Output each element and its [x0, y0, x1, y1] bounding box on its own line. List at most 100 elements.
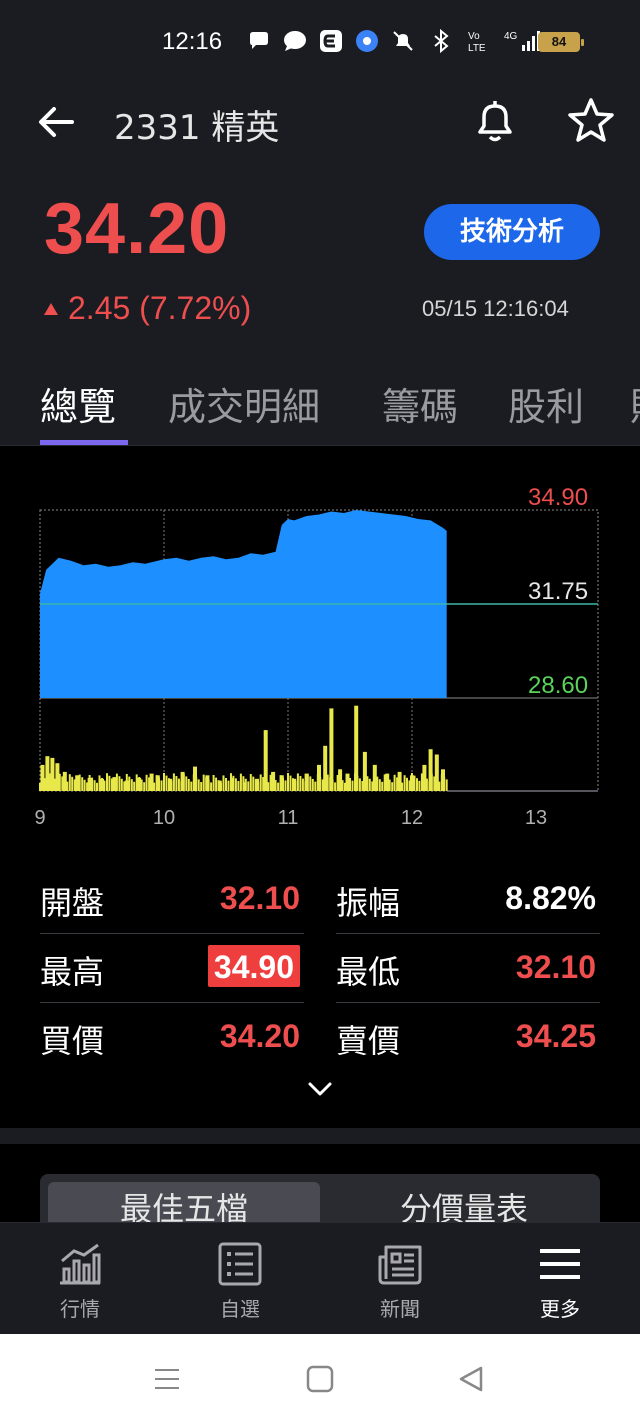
speech-bubble-icon [246, 28, 272, 54]
volume-bar [262, 777, 265, 791]
volume-bar [133, 781, 136, 791]
volume-bar [46, 780, 49, 791]
volume-bar [296, 773, 299, 791]
volume-bar [120, 778, 123, 791]
volume-bar [423, 776, 426, 791]
volume-bar [180, 781, 183, 791]
volume-bar [81, 777, 84, 791]
section-divider [0, 1128, 640, 1144]
volume-bar [53, 778, 56, 791]
current-price: 34.20 [44, 189, 230, 269]
volume-bar [210, 782, 213, 791]
nav-watchlist[interactable]: 自選 [160, 1223, 320, 1335]
volume-bar [349, 778, 351, 791]
volume-bar [247, 781, 250, 791]
volume-bar [96, 782, 98, 791]
volume-bar [175, 776, 178, 791]
tab-chips[interactable]: 籌碼 [382, 376, 458, 431]
stats-row: 開盤 32.10 振幅 8.82% [40, 866, 600, 935]
system-icons: Vo LTE 4G [390, 28, 542, 54]
volume-bar [326, 774, 329, 791]
volume-bar [190, 781, 193, 791]
nav-more[interactable]: 更多 [480, 1223, 640, 1335]
volume-bar [324, 782, 327, 791]
back-nav-button[interactable] [456, 1364, 486, 1394]
tab-transactions[interactable]: 成交明細 [168, 376, 320, 431]
volume-bar [185, 776, 188, 791]
volume-bar [314, 781, 317, 791]
volume-bar [316, 774, 319, 791]
stat-value: 34.20 [219, 1018, 300, 1054]
volume-bar [58, 773, 61, 791]
tab-financial[interactable]: 財 [630, 376, 640, 431]
expand-button[interactable] [306, 1078, 334, 1100]
volume-bar [197, 779, 200, 791]
volume-bar [435, 779, 438, 791]
volume-bar [163, 773, 165, 791]
volume-bar [383, 774, 386, 791]
volume-bar [351, 780, 354, 791]
volume-bar [88, 775, 91, 791]
nav-news[interactable]: 新聞 [320, 1223, 480, 1335]
stat-value: 32.10 [219, 880, 300, 916]
nav-market[interactable]: 行情 [0, 1223, 160, 1335]
volume-bar [128, 776, 131, 791]
back-button[interactable] [36, 104, 76, 140]
volume-bar [294, 780, 297, 791]
x-tick-label: 13 [525, 807, 547, 829]
volume-bar [135, 774, 138, 791]
nav-label: 行情 [60, 1297, 100, 1321]
volume-bar [66, 781, 69, 791]
stat-label: 開盤 [40, 884, 105, 922]
volume-bar [130, 779, 133, 791]
stock-header: 2331 精英 34.20 技術分析 2.45 (7.72%) 05/15 12… [0, 84, 640, 446]
volume-bar [292, 778, 294, 791]
volume-bar [39, 783, 41, 791]
volume-bar [207, 779, 210, 791]
x-tick-label: 9 [34, 807, 45, 829]
home-button[interactable] [305, 1364, 335, 1394]
news-icon [378, 1245, 422, 1285]
price-change: 2.45 (7.72%) [44, 290, 251, 327]
volume-bar [195, 776, 198, 791]
volume-bar [356, 775, 359, 791]
volume-bar [71, 776, 74, 791]
volume-bar [187, 779, 190, 791]
stats-row: 買價 34.20 賣價 34.25 [40, 1004, 600, 1073]
stat-bid: 買價 34.20 [40, 1004, 304, 1072]
volume-bar [304, 781, 307, 791]
volume-bar [388, 779, 391, 791]
favorite-button[interactable] [566, 96, 616, 144]
volume-bar [138, 777, 141, 791]
star-icon [568, 98, 614, 142]
recent-apps-button[interactable] [152, 1364, 182, 1394]
volume-bar [220, 782, 222, 791]
volume-bar [319, 776, 322, 791]
bluetooth-icon [428, 28, 454, 54]
volume-bar [63, 779, 66, 791]
alert-button[interactable] [472, 98, 518, 144]
volume-bar [254, 779, 257, 791]
tab-dividend[interactable]: 股利 [508, 376, 584, 431]
chart-reference-label: 31.75 [528, 578, 589, 605]
volume-bar [182, 773, 185, 791]
volume-bar [391, 782, 394, 791]
volume-bar [44, 778, 46, 791]
volume-bar [222, 775, 225, 791]
stat-label: 賣價 [336, 1022, 401, 1060]
technical-analysis-button[interactable]: 技術分析 [424, 204, 600, 260]
volume-bar [282, 777, 284, 791]
volume-bar [445, 779, 448, 791]
system-navigation [0, 1334, 640, 1422]
chart-icon [60, 1243, 101, 1285]
volume-bar [56, 781, 59, 791]
tab-overview[interactable]: 總覽 [40, 376, 116, 431]
volume-bar [108, 775, 111, 791]
volume-bar [249, 774, 252, 791]
nav-label: 新聞 [380, 1297, 420, 1321]
volume-bar [381, 781, 384, 791]
stat-label: 振幅 [336, 884, 401, 922]
volume-bar [443, 776, 446, 791]
stock-title: 2331 精英 [114, 108, 280, 148]
square-icon [306, 1365, 334, 1393]
